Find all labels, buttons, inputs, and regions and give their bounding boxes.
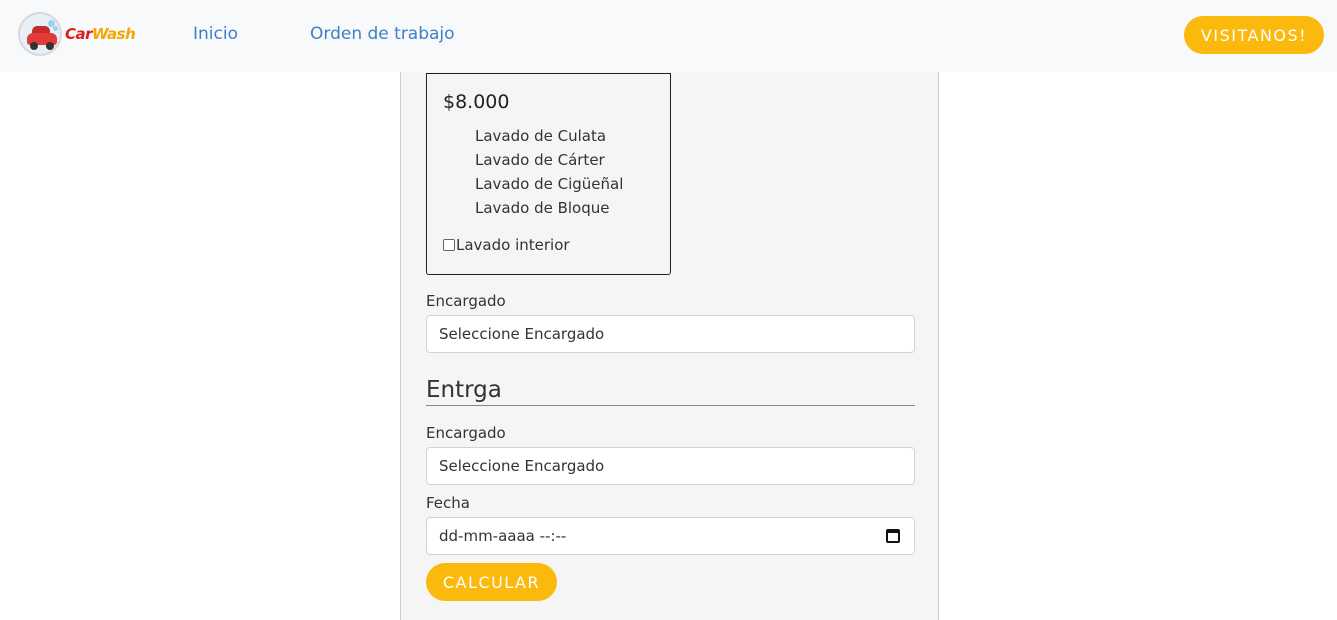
encargado-label: Encargado bbox=[426, 292, 506, 310]
nav-link-orden-de-trabajo[interactable]: Orden de trabajo bbox=[310, 24, 455, 44]
service-item: Lavado de Bloque bbox=[475, 199, 610, 217]
service-list: Lavado de Culata Lavado de Cárter Lavado… bbox=[475, 124, 623, 220]
navbar: CarWash Inicio Orden de trabajo VISITANO… bbox=[0, 0, 1337, 72]
logo-text: CarWash bbox=[65, 25, 136, 43]
option-price: $8.000 bbox=[443, 91, 510, 113]
calcular-button[interactable]: CALCULAR bbox=[426, 563, 557, 601]
lavado-interior-checkbox[interactable] bbox=[443, 239, 455, 251]
visitanos-button[interactable]: VISITANOS! bbox=[1184, 16, 1324, 54]
section-divider bbox=[426, 405, 915, 406]
lavado-interior-label: Lavado interior bbox=[456, 236, 570, 254]
entrega-encargado-select[interactable]: Seleccione Encargado bbox=[426, 447, 915, 485]
entrega-encargado-select-value: Seleccione Encargado bbox=[439, 457, 605, 475]
service-item: Lavado de Culata bbox=[475, 127, 607, 145]
service-option-card: $8.000 Lavado de Culata Lavado de Cárter… bbox=[426, 73, 671, 275]
lavado-interior-option[interactable]: Lavado interior bbox=[443, 236, 570, 254]
carwash-logo[interactable]: CarWash bbox=[18, 11, 144, 57]
entrega-encargado-label: Encargado bbox=[426, 424, 506, 442]
fecha-input-value: dd-mm-aaaa --:-- bbox=[439, 527, 567, 545]
nav-link-inicio[interactable]: Inicio bbox=[193, 24, 238, 44]
fecha-label: Fecha bbox=[426, 494, 470, 512]
logo-text-car: Car bbox=[65, 25, 93, 43]
work-order-form: $8.000 Lavado de Culata Lavado de Cárter… bbox=[400, 72, 939, 620]
encargado-select-value: Seleccione Encargado bbox=[439, 325, 605, 343]
logo-text-wash: Wash bbox=[92, 25, 136, 43]
service-item: Lavado de Cárter bbox=[475, 151, 605, 169]
entrega-section-title: Entrga bbox=[426, 377, 502, 403]
fecha-input[interactable]: dd-mm-aaaa --:-- bbox=[426, 517, 915, 555]
car-logo-icon bbox=[18, 12, 62, 56]
service-item: Lavado de Cigüeñal bbox=[475, 175, 624, 193]
calendar-icon[interactable] bbox=[886, 529, 900, 543]
encargado-select[interactable]: Seleccione Encargado bbox=[426, 315, 915, 353]
